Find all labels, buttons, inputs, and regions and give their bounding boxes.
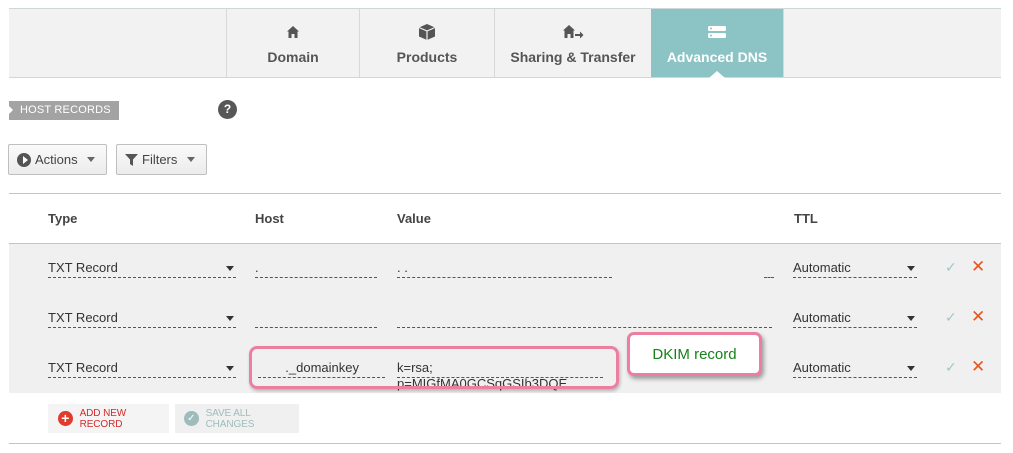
tab-domain-label: Domain bbox=[267, 49, 319, 65]
add-label: ADD NEW RECORD bbox=[79, 407, 127, 430]
dkim-annotation: DKIM record bbox=[627, 332, 762, 376]
save-label: SAVE ALL CHANGES bbox=[205, 407, 255, 430]
chevron-down-icon bbox=[907, 266, 915, 271]
confirm-icon[interactable]: ✓ bbox=[945, 259, 957, 276]
type-value: TXT Record bbox=[48, 360, 118, 375]
host-input[interactable] bbox=[255, 310, 377, 328]
ttl-select[interactable]: Automatic bbox=[793, 310, 917, 328]
chevron-down-icon bbox=[226, 316, 234, 321]
help-icon[interactable]: ? bbox=[218, 100, 237, 119]
delete-icon[interactable]: ✕ bbox=[971, 307, 985, 327]
host-records-label: HOST RECORDS bbox=[9, 101, 119, 120]
tab-adns-label: Advanced DNS bbox=[666, 49, 768, 65]
tab-products-label: Products bbox=[396, 49, 458, 65]
host-input[interactable]: . bbox=[255, 260, 377, 278]
value-input[interactable] bbox=[397, 310, 772, 328]
type-value: TXT Record bbox=[48, 310, 118, 325]
type-select[interactable]: TXT Record bbox=[48, 360, 236, 378]
ttl-value: Automatic bbox=[793, 260, 851, 275]
chevron-down-icon bbox=[87, 157, 95, 162]
filters-button[interactable]: Filters bbox=[116, 144, 207, 175]
chevron-down-icon bbox=[226, 266, 234, 271]
table-bottom-border bbox=[9, 443, 1001, 444]
header-ttl: TTL bbox=[794, 211, 818, 226]
filter-icon bbox=[125, 153, 138, 166]
tab-products[interactable]: Products bbox=[359, 9, 494, 77]
add-new-record-button[interactable]: + ADD NEW RECORD bbox=[48, 404, 169, 433]
ttl-select[interactable]: Automatic bbox=[793, 260, 917, 278]
value-input-end bbox=[764, 260, 774, 278]
highlight-box bbox=[249, 346, 619, 389]
server-icon bbox=[706, 21, 728, 43]
table-top-border bbox=[9, 193, 1001, 194]
tab-divider bbox=[783, 9, 784, 77]
delete-icon[interactable]: ✕ bbox=[971, 357, 985, 377]
box-icon bbox=[418, 21, 436, 43]
type-select[interactable]: TXT Record bbox=[48, 310, 236, 328]
chevron-down-icon bbox=[907, 316, 915, 321]
header-host: Host bbox=[255, 211, 284, 226]
ttl-value: Automatic bbox=[793, 360, 851, 375]
chevron-down-icon bbox=[187, 157, 195, 162]
tab-sharing-transfer[interactable]: Sharing & Transfer bbox=[494, 9, 651, 77]
type-value: TXT Record bbox=[48, 260, 118, 275]
save-all-changes-button[interactable]: ✓ SAVE ALL CHANGES bbox=[175, 404, 299, 433]
filters-label: Filters bbox=[142, 152, 178, 167]
top-nav: Domain Products Sharing & Transfer Advan… bbox=[9, 8, 1001, 78]
home-transfer-icon bbox=[562, 21, 584, 43]
delete-icon[interactable]: ✕ bbox=[971, 257, 985, 277]
actions-label: Actions bbox=[35, 152, 78, 167]
chevron-down-icon bbox=[907, 366, 915, 371]
chevron-down-icon bbox=[226, 366, 234, 371]
tab-advanced-dns[interactable]: Advanced DNS bbox=[651, 9, 783, 78]
tab-sharing-label: Sharing & Transfer bbox=[510, 49, 636, 65]
check-icon: ✓ bbox=[184, 411, 199, 426]
ttl-value: Automatic bbox=[793, 310, 851, 325]
home-icon bbox=[286, 21, 300, 43]
plus-icon: + bbox=[58, 411, 73, 426]
header-value: Value bbox=[397, 211, 431, 226]
confirm-icon[interactable]: ✓ bbox=[945, 309, 957, 326]
type-select[interactable]: TXT Record bbox=[48, 260, 236, 278]
value-input[interactable]: . . bbox=[397, 260, 612, 278]
play-icon bbox=[17, 152, 31, 167]
actions-button[interactable]: Actions bbox=[8, 144, 107, 175]
confirm-icon[interactable]: ✓ bbox=[945, 359, 957, 376]
ttl-select[interactable]: Automatic bbox=[793, 360, 917, 378]
header-type: Type bbox=[48, 211, 78, 226]
tab-domain[interactable]: Domain bbox=[226, 9, 359, 77]
